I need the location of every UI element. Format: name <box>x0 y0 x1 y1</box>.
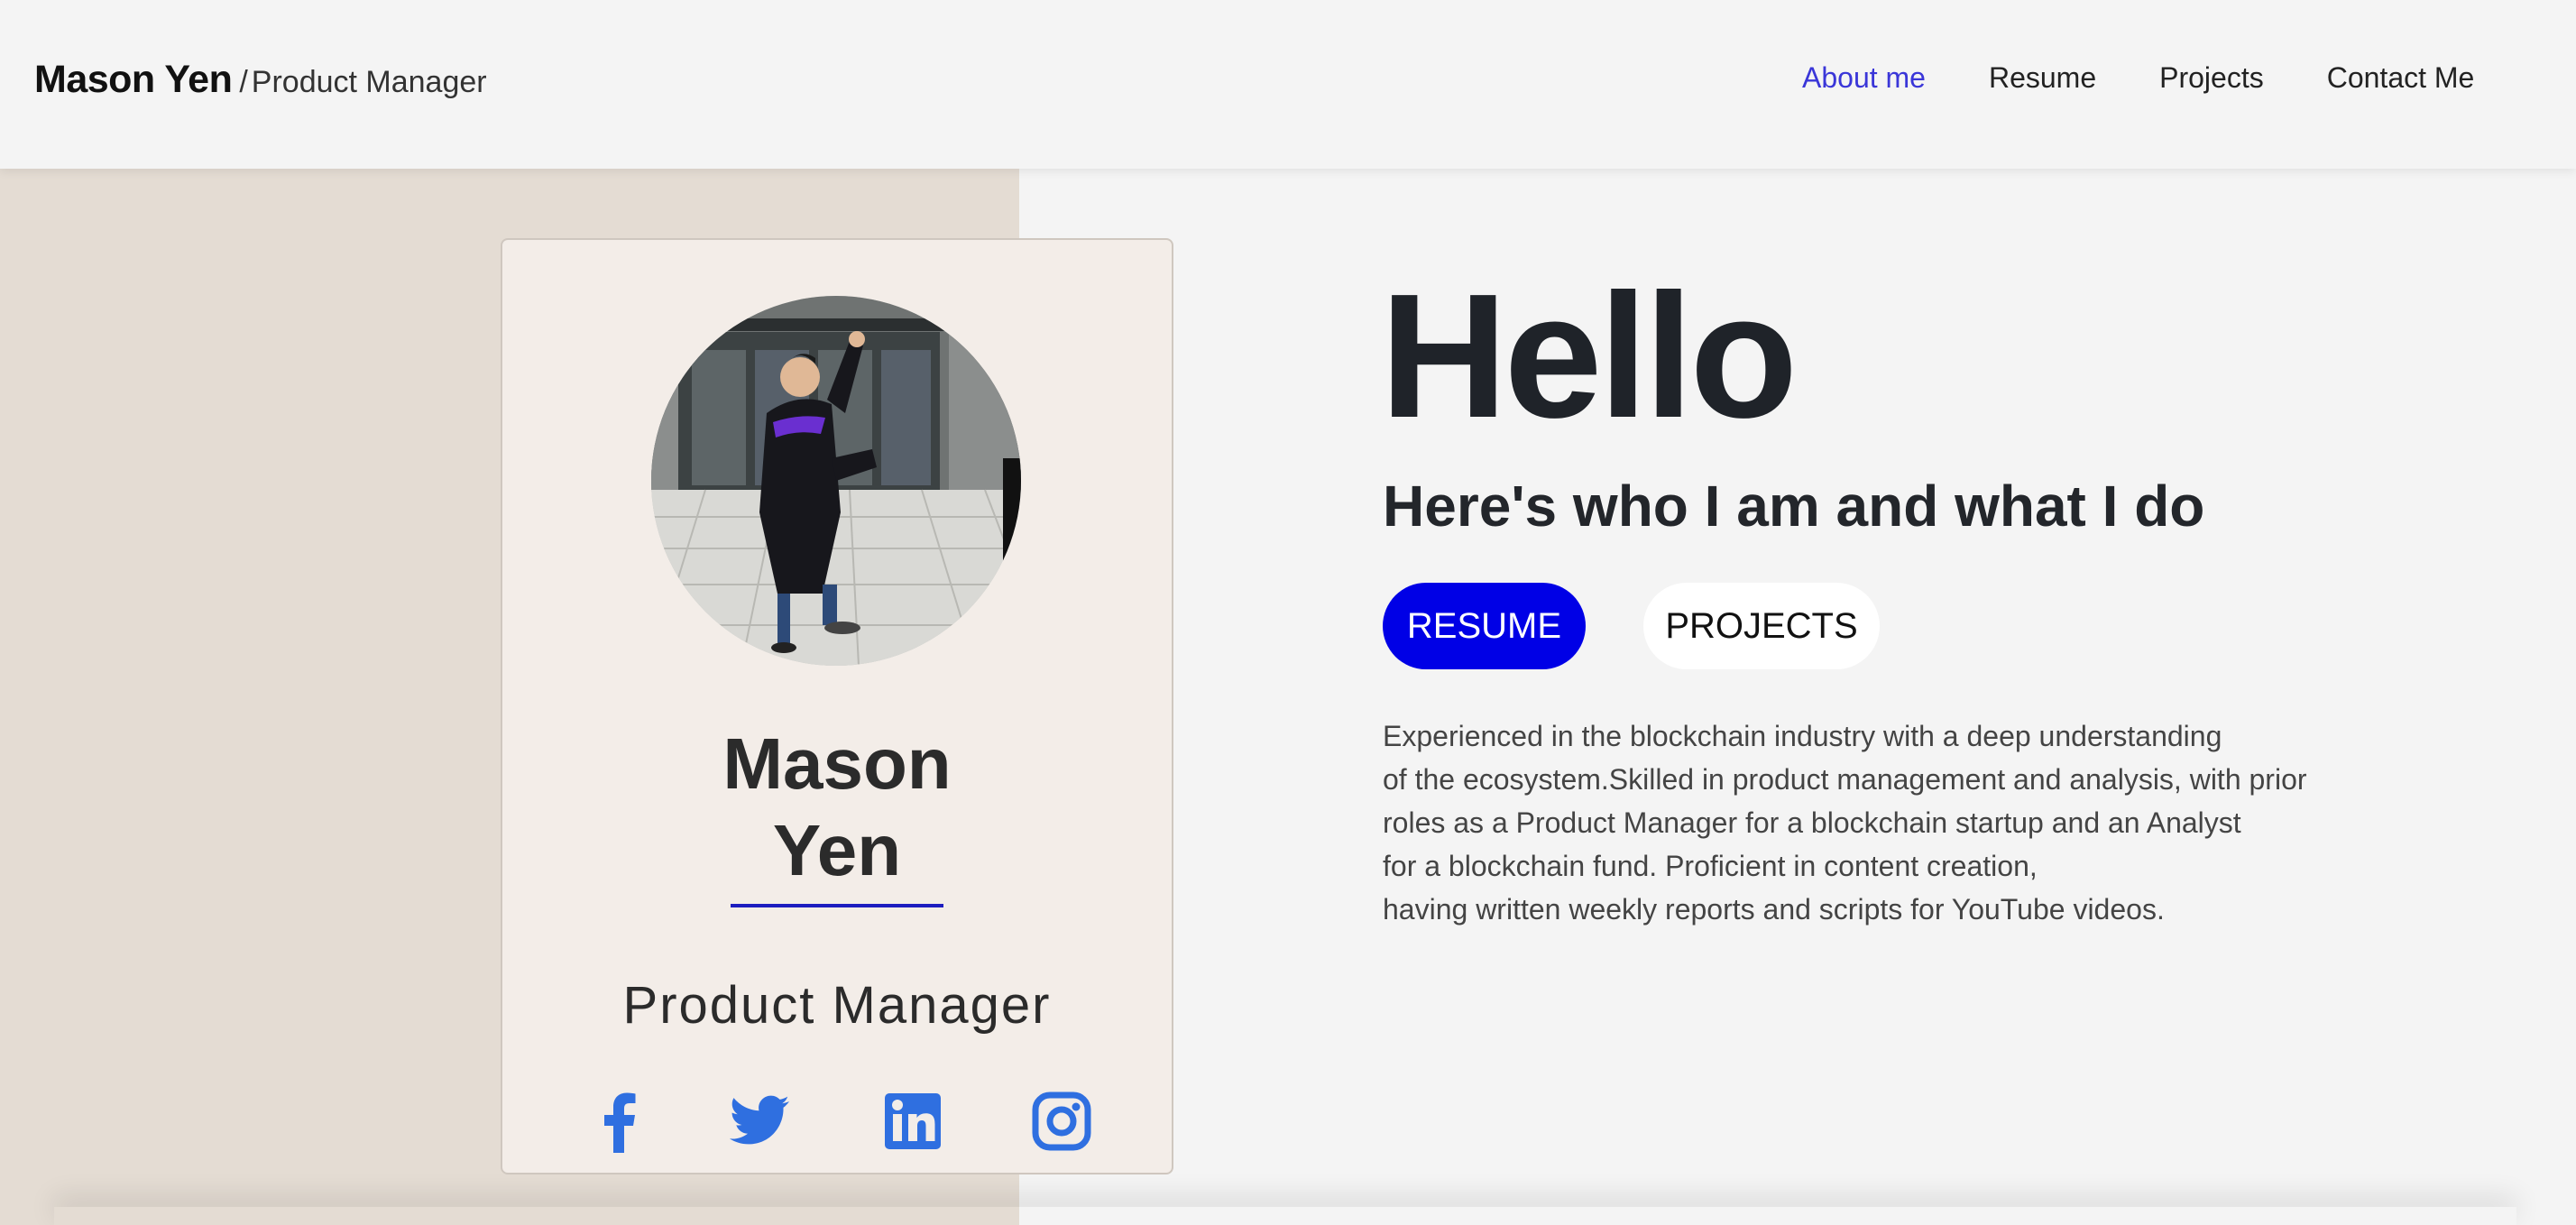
profile-name-first: Mason <box>722 723 952 804</box>
profile-role: Product Manager <box>622 976 1052 1035</box>
profile-name: Mason Yen <box>502 721 1172 894</box>
projects-button[interactable]: PROJECTS <box>1643 583 1880 669</box>
name-underline <box>731 904 943 907</box>
avatar-photo <box>651 296 1021 666</box>
about-line: for a blockchain fund. Proficient in con… <box>1383 850 2038 882</box>
main-nav: About me Resume Projects Contact Me <box>1802 61 2537 95</box>
brand-separator: / <box>239 65 248 99</box>
about-line: roles as a Product Manager for a blockch… <box>1383 806 2241 839</box>
brand-role: Product Manager <box>251 65 487 99</box>
instagram-icon[interactable] <box>1030 1090 1093 1153</box>
brand[interactable]: Mason Yen / Product Manager <box>34 58 487 102</box>
twitter-icon[interactable] <box>728 1090 791 1153</box>
nav-projects[interactable]: Projects <box>2159 61 2264 95</box>
brand-name: Mason Yen <box>34 58 233 101</box>
about-line: Experienced in the blockchain industry w… <box>1383 720 2222 752</box>
hero-heading: Hello <box>1380 257 1798 455</box>
resume-button[interactable]: RESUME <box>1383 583 1586 669</box>
about-paragraph: Experienced in the blockchain industry w… <box>1383 714 2375 931</box>
profile-card: Mason Yen Product Manager <box>501 238 1173 1174</box>
hero-subheading: Here's who I am and what I do <box>1383 474 2205 539</box>
linkedin-icon[interactable] <box>881 1090 944 1153</box>
about-line: of the ecosystem.Skilled in product mana… <box>1383 763 2307 796</box>
nav-contact-me[interactable]: Contact Me <box>2327 61 2475 95</box>
nav-about-me[interactable]: About me <box>1802 61 1926 95</box>
bottom-section-edge <box>54 1207 2516 1225</box>
top-navbar: Mason Yen / Product Manager About me Resum… <box>0 0 2576 169</box>
profile-name-last: Yen <box>772 810 902 890</box>
about-line: having written weekly reports and script… <box>1383 893 2165 926</box>
avatar <box>651 296 1021 666</box>
social-links <box>502 1090 1172 1171</box>
facebook-icon[interactable] <box>588 1090 651 1153</box>
nav-resume[interactable]: Resume <box>1989 61 2096 95</box>
